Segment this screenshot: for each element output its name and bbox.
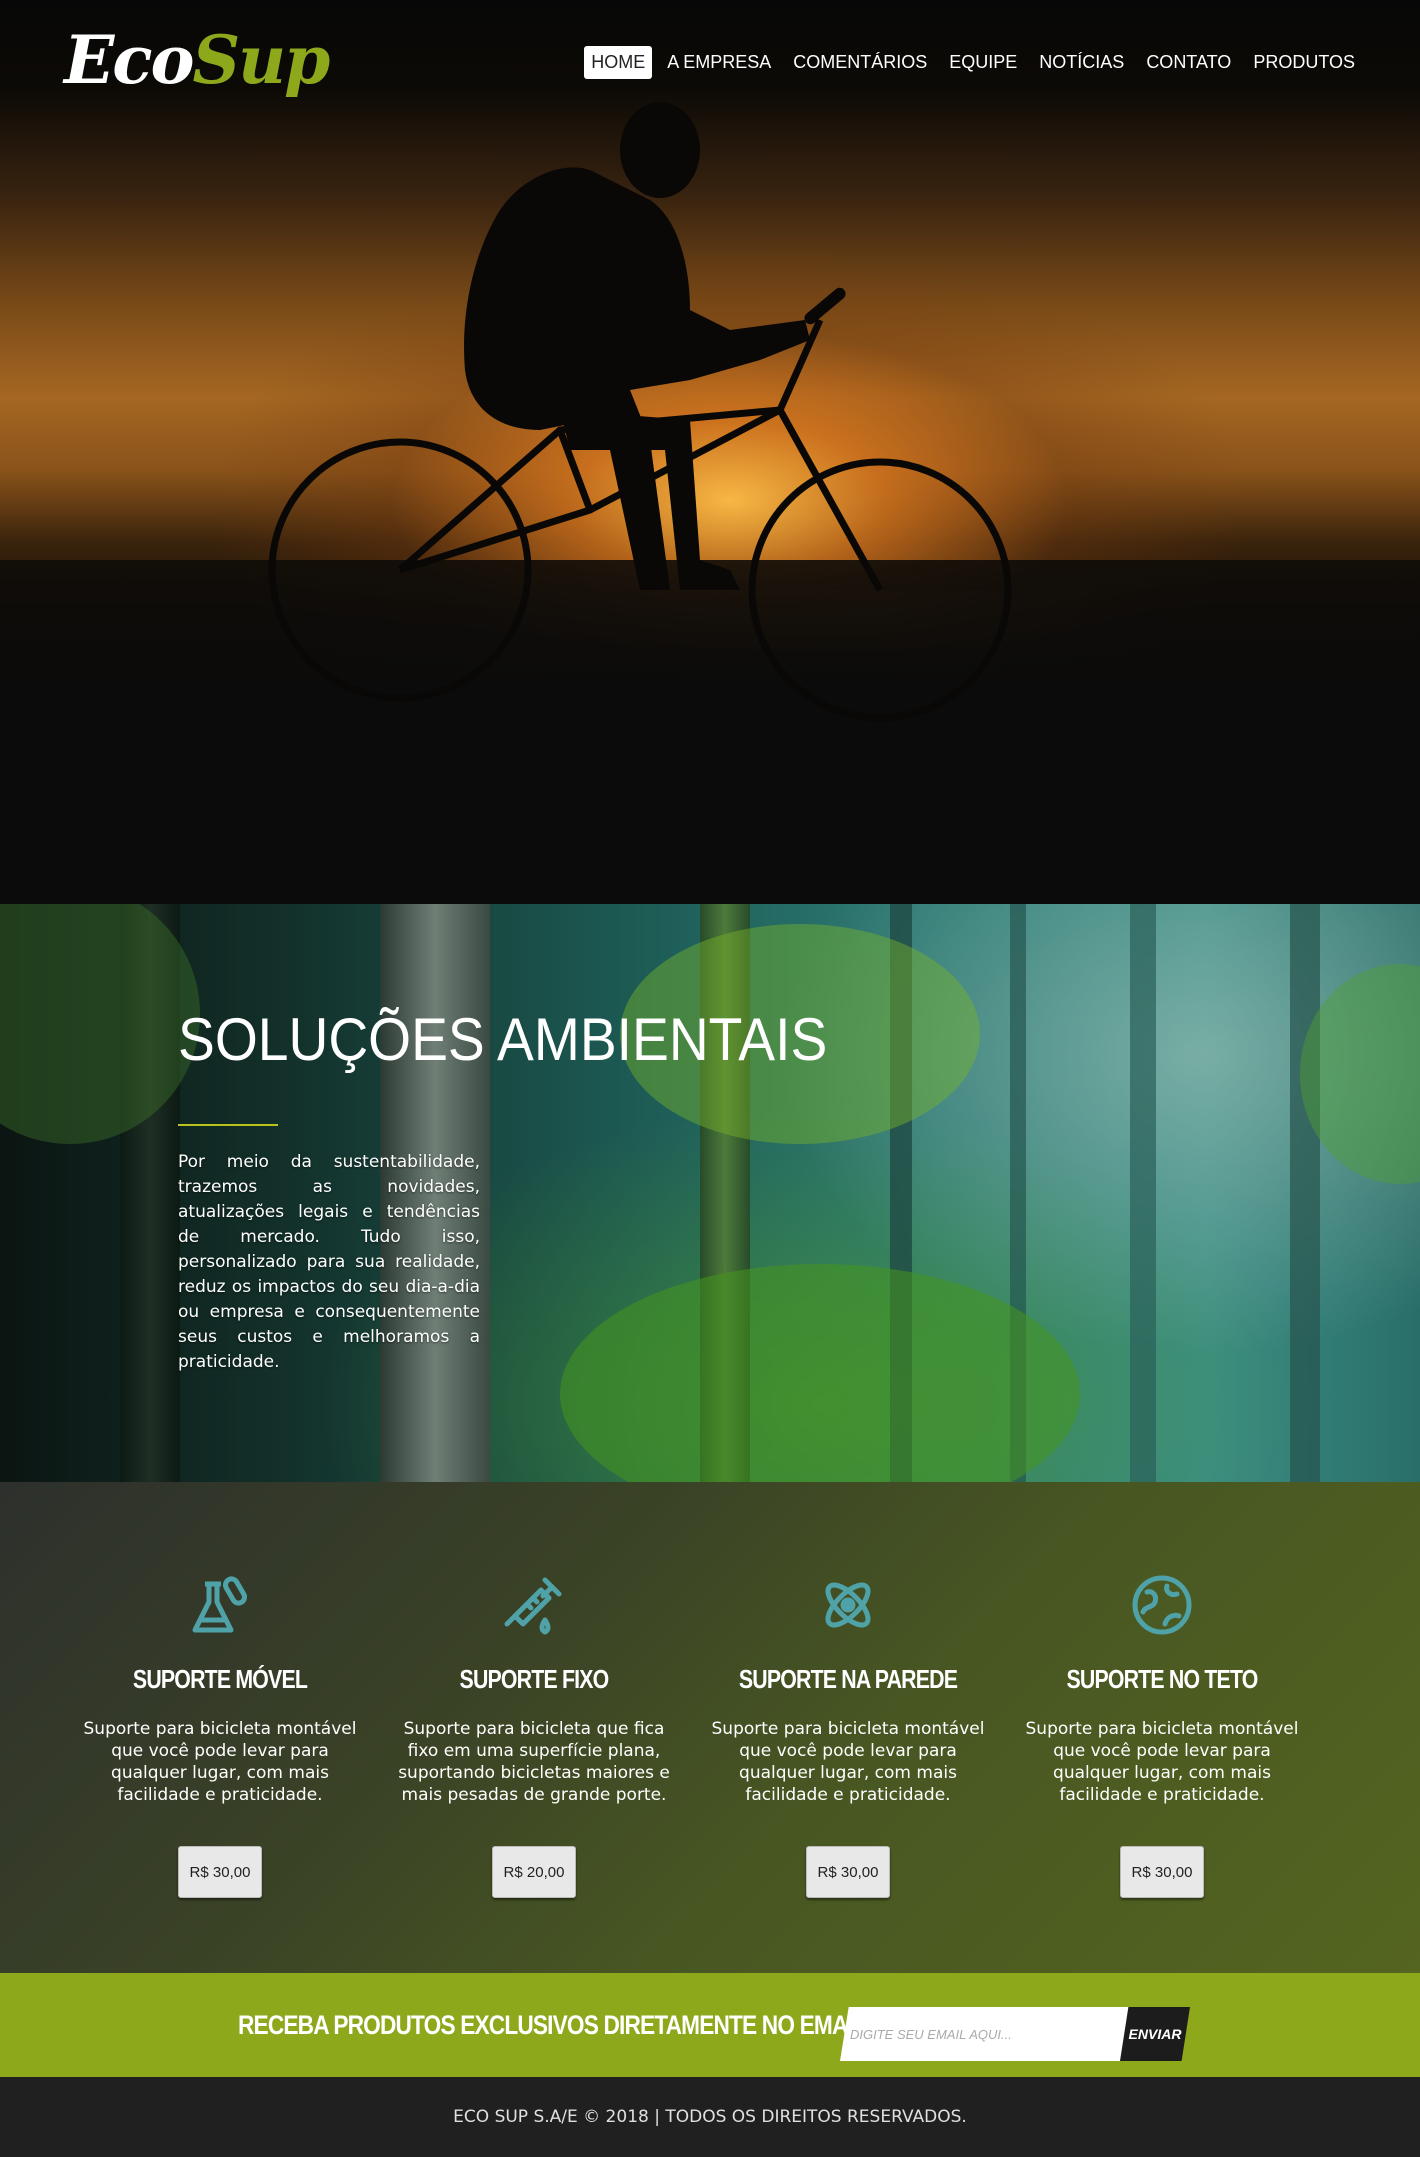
newsletter-text: RECEBA PRODUTOS EXCLUSIVOS DIRETAMENTE N…	[238, 2010, 879, 2040]
product-title: SUPORTE NO TETO	[1066, 1664, 1258, 1694]
send-button[interactable]: ENVIAR	[1120, 2007, 1190, 2061]
product-card: SUPORTE FIXO Suporte para bicicleta que …	[389, 1572, 679, 1898]
product-card: SUPORTE NA PAREDE Suporte para bicicleta…	[703, 1572, 993, 1898]
price-button[interactable]: R$ 30,00	[178, 1846, 262, 1898]
copyright-text: ECO SUP S.A/E © 2018 | TODOS OS DIREITOS…	[453, 2107, 967, 2127]
product-description: Suporte para bicicleta que fica fixo em …	[398, 1719, 670, 1805]
product-title: SUPORTE FIXO	[459, 1664, 610, 1694]
price-button[interactable]: R$ 20,00	[492, 1846, 576, 1898]
flask-icon	[192, 1576, 247, 1633]
title-divider	[178, 1124, 278, 1126]
syringe-icon	[504, 1577, 562, 1635]
site-footer: ECO SUP S.A/E © 2018 | TODOS OS DIREITOS…	[0, 2077, 1420, 2157]
product-title: SUPORTE NA PAREDE	[738, 1664, 958, 1694]
product-description: Suporte para bicicleta montável que você…	[1025, 1719, 1299, 1805]
cyclist-silhouette	[268, 102, 1012, 722]
products-section: SUPORTE MÓVEL Suporte para bicicleta mon…	[0, 1482, 1420, 1973]
site-header: EcoSup HOME A EMPRESA COMENTÁRIOS EQUIPE…	[0, 0, 1420, 120]
intro-text: Por meio da sustentabilidade, trazemos a…	[178, 1152, 480, 1372]
atom-icon	[825, 1582, 871, 1628]
price-button[interactable]: R$ 30,00	[1120, 1846, 1204, 1898]
nav-a-empresa[interactable]: A EMPRESA	[660, 46, 778, 79]
nav-home[interactable]: HOME	[584, 46, 653, 79]
hero-section: EcoSup HOME A EMPRESA COMENTÁRIOS EQUIPE…	[0, 0, 1420, 904]
product-description: Suporte para bicicleta montável que você…	[711, 1719, 985, 1805]
product-description: Suporte para bicicleta montável que você…	[83, 1719, 357, 1805]
newsletter-section: RECEBA PRODUTOS EXCLUSIVOS DIRETAMENTE N…	[0, 1973, 1420, 2077]
main-nav: HOME A EMPRESA COMENTÁRIOS EQUIPE NOTÍCI…	[584, 46, 1362, 79]
price-button[interactable]: R$ 30,00	[806, 1846, 890, 1898]
nav-noticias[interactable]: NOTÍCIAS	[1032, 46, 1131, 79]
intro-section: SOLUÇÕES AMBIENTAIS Por meio da sustenta…	[0, 904, 1420, 1482]
intro-title: SOLUÇÕES AMBIENTAIS	[178, 1006, 828, 1073]
product-title: SUPORTE MÓVEL	[132, 1664, 308, 1694]
intro-content: SOLUÇÕES AMBIENTAIS Por meio da sustenta…	[178, 1000, 828, 1375]
newsletter-form: ENVIAR	[840, 2007, 1190, 2061]
nav-equipe[interactable]: EQUIPE	[942, 46, 1024, 79]
product-card: SUPORTE MÓVEL Suporte para bicicleta mon…	[75, 1572, 365, 1898]
nav-contato[interactable]: CONTATO	[1139, 46, 1238, 79]
globe-icon	[1132, 1575, 1192, 1635]
nav-produtos[interactable]: PRODUTOS	[1246, 46, 1362, 79]
product-card: SUPORTE NO TETO Suporte para bicicleta m…	[1017, 1572, 1307, 1898]
email-input[interactable]	[840, 2007, 1130, 2061]
nav-comentarios[interactable]: COMENTÁRIOS	[786, 46, 934, 79]
ecosup-logo[interactable]: EcoSup	[64, 18, 330, 102]
